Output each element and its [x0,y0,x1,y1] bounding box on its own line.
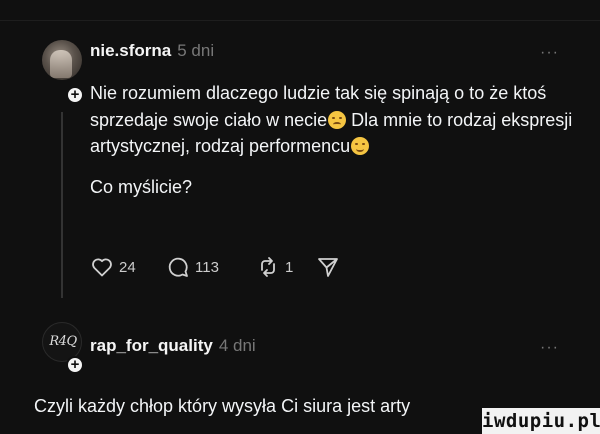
like-button[interactable]: 24 [90,252,136,282]
reply-username-link[interactable]: rap_for_quality [90,336,213,355]
heart-icon [92,258,112,277]
post-paragraph: Nie rozumiem dlaczego ludzie tak się spi… [90,80,580,160]
avatar-logo: R4Q [49,334,77,349]
post-actions: 24 113 1 [90,252,390,282]
post-body: Nie rozumiem dlaczego ludzie tak się spi… [90,80,580,200]
follow-plus-icon[interactable]: + [66,356,84,374]
more-options-icon[interactable]: ··· [540,339,559,357]
smiling-face-emoji-icon [351,137,370,155]
thread-line [61,112,63,298]
avatar-photo [50,50,72,78]
comment-count: 113 [195,258,219,276]
comment-button[interactable]: 113 [166,252,219,282]
share-button[interactable] [316,252,340,282]
repost-count: 1 [285,258,294,276]
repost-icon [261,257,275,277]
comment-icon [168,257,188,277]
reply-time: 4 dni [218,336,256,355]
share-icon [318,258,338,277]
pensive-face-emoji-icon [328,110,347,129]
post-time: 5 dni [177,41,215,60]
watermark: iwdupiu.pl [482,408,600,434]
username-link[interactable]: nie.sforna [90,41,171,60]
follow-plus-icon[interactable]: + [66,86,84,104]
like-count: 24 [119,258,136,276]
post-header: nie.sforna 5 dni [90,41,214,61]
post-question: Co myślicie? [90,176,193,197]
repost-button[interactable]: 1 [256,252,293,282]
reply-header: rap_for_quality 4 dni [90,336,256,356]
avatar[interactable] [42,40,82,80]
more-options-icon[interactable]: ··· [540,44,559,62]
top-divider [0,20,600,21]
reply-text: Czyli każdy chłop który wysyła Ci siura … [34,396,411,416]
